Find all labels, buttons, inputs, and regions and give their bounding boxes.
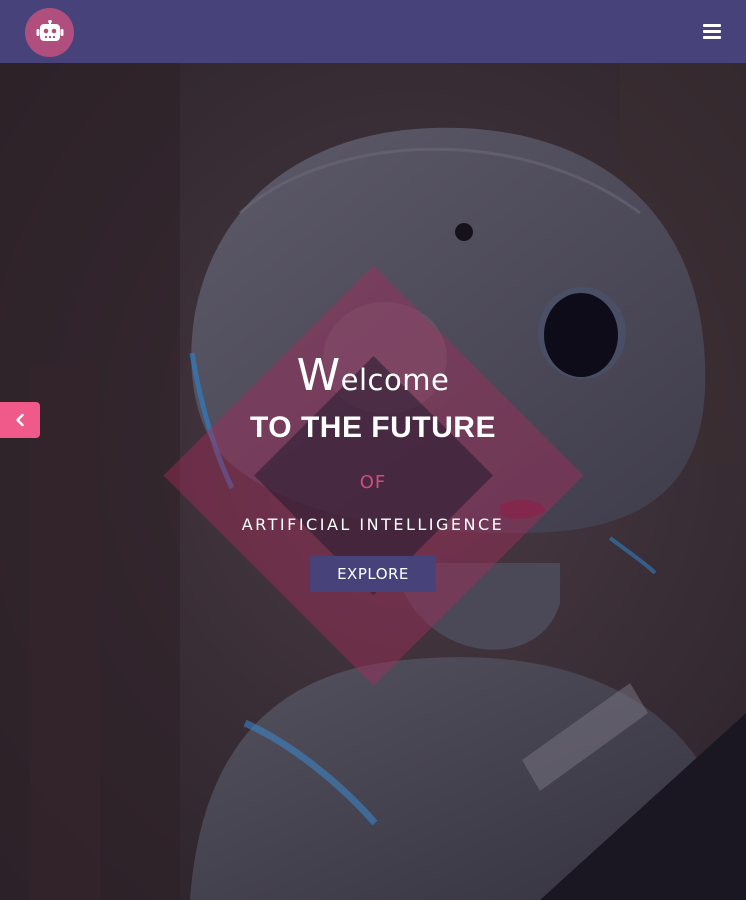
- welcome-heading: Welcome: [0, 350, 746, 401]
- explore-button[interactable]: EXPLORE: [310, 556, 436, 592]
- hero-connector: OF: [359, 472, 387, 493]
- logo[interactable]: [25, 8, 74, 57]
- menu-bar: [703, 24, 721, 27]
- page: Welcome TO THE FUTURE OF ARTIFICIAL INTE…: [0, 0, 746, 900]
- welcome-rest: elcome: [340, 363, 450, 397]
- hero-subheadline: ARTIFICIAL INTELLIGENCE: [241, 515, 505, 534]
- welcome-initial: W: [296, 350, 341, 401]
- hamburger-menu-icon[interactable]: [703, 24, 721, 39]
- navbar: [0, 0, 746, 63]
- robot-icon: [36, 19, 63, 41]
- slider-prev-button[interactable]: [0, 402, 40, 438]
- hero-section: Welcome TO THE FUTURE OF ARTIFICIAL INTE…: [0, 63, 746, 900]
- hero-headline: TO THE FUTURE: [250, 411, 496, 444]
- menu-bar: [703, 30, 721, 33]
- chevron-left-icon: [16, 413, 24, 427]
- menu-bar: [703, 36, 721, 39]
- hero-content: Welcome TO THE FUTURE OF ARTIFICIAL INTE…: [0, 63, 746, 900]
